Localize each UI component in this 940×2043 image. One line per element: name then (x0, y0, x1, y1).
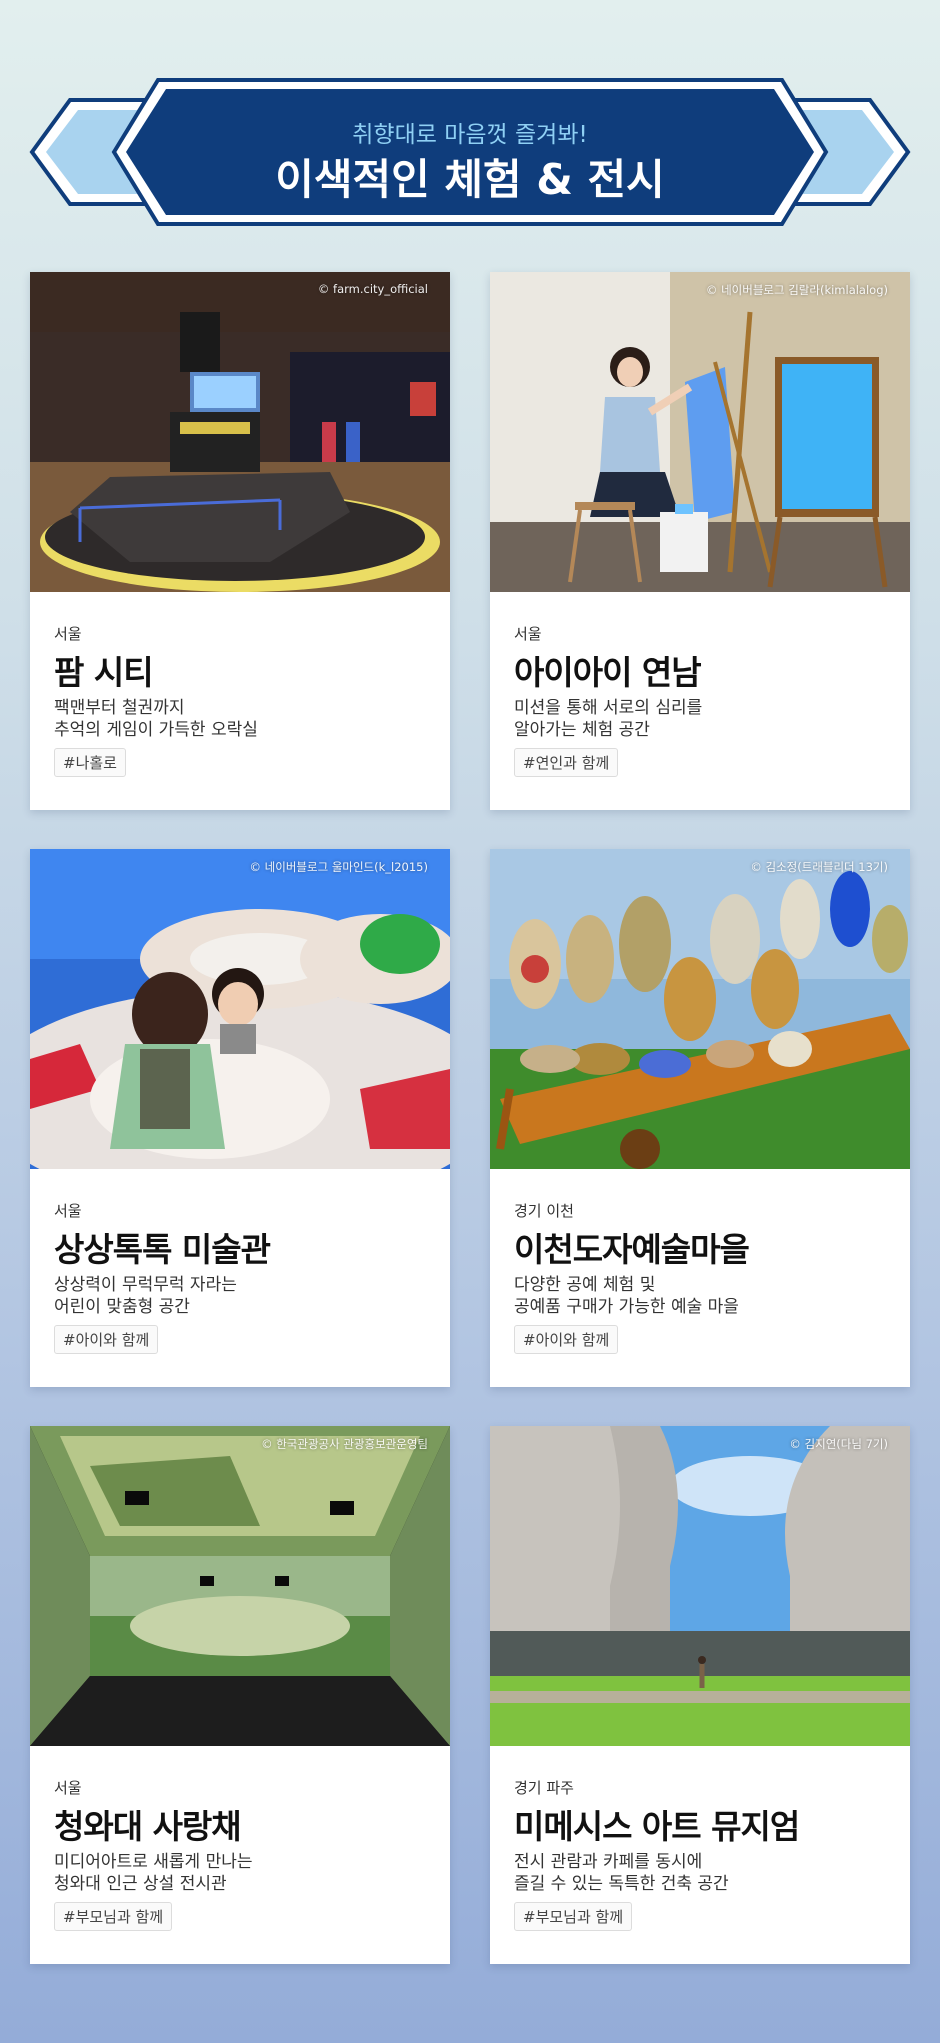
card-region: 서울 (514, 625, 542, 643)
card-description: 상상력이 무럭무럭 자라는 어린이 맞춤형 공간 (54, 1274, 434, 1318)
card-description-line: 공예품 구매가 가능한 예술 마을 (514, 1297, 739, 1317)
children-play-room-photo (30, 849, 450, 1169)
place-card[interactable]: © 네이버블로그 울마인드(k_l2015) 서울 상상톡톡 미술관 상상력이 … (30, 849, 450, 1387)
card-description-line: 미디어아트로 새롭게 만나는 (54, 1852, 253, 1872)
card-region: 경기 이천 (514, 1202, 574, 1220)
place-card[interactable]: © farm.city_official 서울 팜 시티 팩맨부터 철권까지 추… (30, 272, 450, 810)
card-description-line: 미션을 통해 서로의 심리를 (514, 698, 703, 718)
card-description-line: 즐길 수 있는 독특한 건축 공간 (514, 1874, 729, 1894)
card-title[interactable]: 이천도자예술마을 (514, 1223, 750, 1271)
card-title[interactable]: 청와대 사랑채 (54, 1800, 242, 1848)
card-region: 서울 (54, 1779, 82, 1797)
museum-architecture-photo (490, 1426, 910, 1746)
card-description-line: 팩맨부터 철권까지 (54, 698, 185, 718)
card-tag[interactable]: #아이와 함께 (514, 1325, 619, 1354)
photo-credit: © 김소정(트래블리더 13기) (750, 860, 888, 874)
photo-credit: © 김지연(다님 7기) (789, 1437, 888, 1451)
card-description-line: 상상력이 무럭무럭 자라는 (54, 1275, 237, 1295)
card-tag[interactable]: #연인과 함께 (514, 748, 619, 777)
banner-title: 이색적인 체험 & 전시 (275, 155, 665, 204)
photo-credit: © 네이버블로그 김랄라(kimlalalog) (705, 283, 888, 297)
card-region: 서울 (54, 1202, 82, 1220)
card-description: 미디어아트로 새롭게 만나는 청와대 인근 상설 전시관 (54, 1851, 434, 1895)
card-tag[interactable]: #부모님과 함께 (54, 1902, 173, 1931)
place-card[interactable]: © 김소정(트래블리더 13기) 경기 이천 이천도자예술마을 다양한 공예 체… (490, 849, 910, 1387)
card-tag[interactable]: #나홀로 (54, 748, 126, 777)
header-banner: 취향대로 마음껏 즐겨봐! 이색적인 체험 & 전시 (0, 0, 940, 240)
card-description-line: 전시 관람과 카페를 동시에 (514, 1852, 703, 1872)
woman-painting-easel-photo (490, 272, 910, 592)
card-description: 전시 관람과 카페를 동시에 즐길 수 있는 독특한 건축 공간 (514, 1851, 894, 1895)
card-description: 다양한 공예 체험 및 공예품 구매가 가능한 예술 마을 (514, 1274, 894, 1318)
ceramics-cart-photo (490, 849, 910, 1169)
banner-subtitle: 취향대로 마음껏 즐겨봐! (352, 122, 588, 148)
place-card[interactable]: © 네이버블로그 김랄라(kimlalalog) 서울 아이아이 연남 미션을 … (490, 272, 910, 810)
card-title[interactable]: 아이아이 연남 (514, 646, 702, 694)
card-region: 서울 (54, 625, 82, 643)
card-description-line: 다양한 공예 체험 및 (514, 1275, 656, 1295)
arcade-game-room-photo (30, 272, 450, 592)
card-description-line: 추억의 게임이 가득한 오락실 (54, 720, 258, 740)
card-title[interactable]: 팜 시티 (54, 646, 154, 694)
card-tag[interactable]: #부모님과 함께 (514, 1902, 633, 1931)
card-title[interactable]: 상상톡톡 미술관 (54, 1223, 271, 1271)
place-card[interactable]: © 한국관광공사 관광홍보관운영팀 서울 청와대 사랑채 미디어아트로 새롭게 … (30, 1426, 450, 1964)
media-art-hall-photo (30, 1426, 450, 1746)
card-description-line: 어린이 맞춤형 공간 (54, 1297, 190, 1317)
card-description-line: 알아가는 체험 공간 (514, 720, 650, 740)
card-region: 경기 파주 (514, 1779, 574, 1797)
card-description-line: 청와대 인근 상설 전시관 (54, 1874, 227, 1894)
photo-credit: © 네이버블로그 울마인드(k_l2015) (249, 860, 428, 874)
card-tag[interactable]: #아이와 함께 (54, 1325, 159, 1354)
card-description: 팩맨부터 철권까지 추억의 게임이 가득한 오락실 (54, 697, 434, 741)
place-card[interactable]: © 김지연(다님 7기) 경기 파주 미메시스 아트 뮤지엄 전시 관람과 카페… (490, 1426, 910, 1964)
card-title[interactable]: 미메시스 아트 뮤지엄 (514, 1800, 800, 1848)
card-description: 미션을 통해 서로의 심리를 알아가는 체험 공간 (514, 697, 894, 741)
photo-credit: © 한국관광공사 관광홍보관운영팀 (261, 1437, 428, 1451)
photo-credit: © farm.city_official (317, 282, 428, 296)
